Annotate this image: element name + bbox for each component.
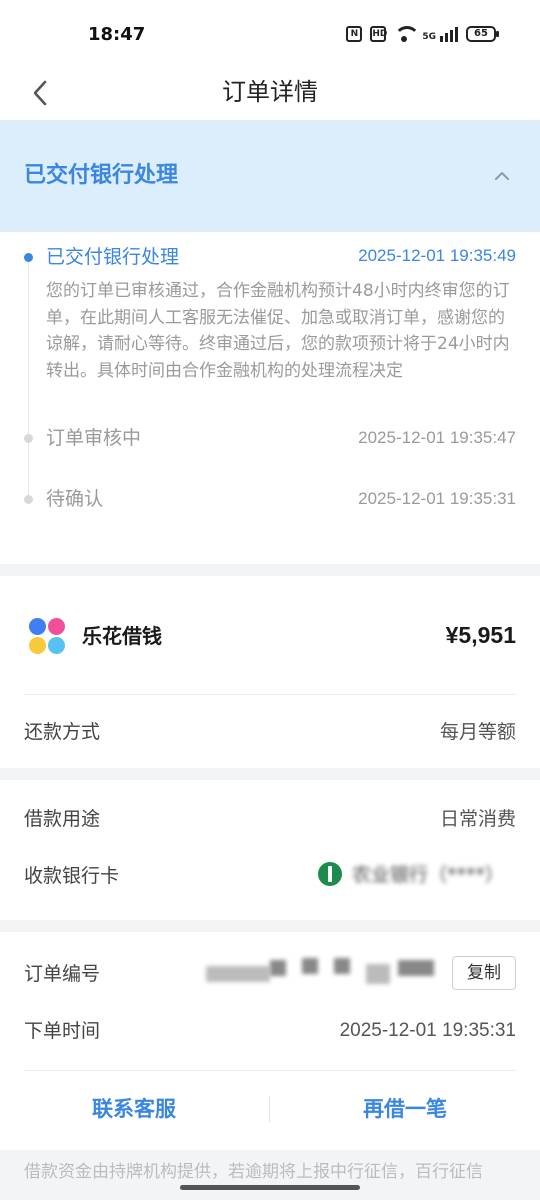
nfc-icon: N bbox=[346, 26, 363, 42]
copy-button[interactable]: 复制 bbox=[452, 956, 516, 990]
chevron-up-icon bbox=[495, 172, 509, 180]
repayment-value: 每月等额 bbox=[439, 721, 516, 743]
timeline-time: 2025-12-01 19:35:49 bbox=[358, 246, 516, 265]
timeline-label: 待确认 bbox=[46, 488, 104, 510]
bank-label: 收款银行卡 bbox=[24, 865, 120, 887]
bank-card-value: 农业银行（****） bbox=[352, 864, 505, 886]
borrow-again-button[interactable]: 再借一笔 bbox=[285, 1086, 525, 1132]
order-time-value: 2025-12-01 19:35:31 bbox=[339, 1020, 516, 1041]
status-bar: 18:47 N HD 5G 65 bbox=[0, 0, 540, 64]
status-time: 18:47 bbox=[88, 24, 146, 45]
bank-logo-icon bbox=[318, 862, 342, 886]
order-time-label: 下单时间 bbox=[24, 1020, 101, 1042]
purpose-label: 借款用途 bbox=[24, 808, 101, 830]
loan-card: 乐花借钱 ¥5,951 还款方式 每月等额 bbox=[0, 576, 540, 768]
home-indicator[interactable] bbox=[180, 1185, 360, 1190]
collapse-button[interactable] bbox=[490, 164, 514, 188]
timeline-dot bbox=[24, 495, 33, 504]
product-name: 乐花借钱 bbox=[82, 624, 162, 648]
loan-details: 借款用途 日常消费 收款银行卡 农业银行（****） bbox=[0, 780, 540, 920]
contact-support-button[interactable]: 联系客服 bbox=[14, 1086, 254, 1132]
status-header-title: 已交付银行处理 bbox=[24, 163, 179, 188]
purpose-value: 日常消费 bbox=[439, 808, 516, 830]
status-icons: N HD 5G 65 bbox=[346, 26, 499, 42]
wifi-icon bbox=[394, 26, 421, 42]
order-card: 订单编号 复制 下单时间 2025-12-01 19:35:31 联系客服 再借… bbox=[0, 932, 540, 1150]
divider bbox=[24, 1070, 516, 1071]
timeline-label: 订单审核中 bbox=[46, 427, 142, 449]
timeline-line bbox=[28, 260, 29, 500]
battery-icon: 65 bbox=[466, 26, 499, 42]
divider bbox=[24, 694, 516, 695]
action-separator bbox=[269, 1096, 270, 1122]
timeline-time: 2025-12-01 19:35:31 bbox=[358, 489, 516, 508]
page-title: 订单详情 bbox=[222, 78, 318, 106]
timeline-dot-active bbox=[24, 253, 33, 262]
order-number-label: 订单编号 bbox=[24, 963, 101, 985]
timeline: 已交付银行处理 2025-12-01 19:35:49 您的订单已审核通过，合作… bbox=[0, 232, 540, 564]
product-logo bbox=[28, 617, 68, 657]
timeline-label: 已交付银行处理 bbox=[46, 246, 180, 268]
repayment-label: 还款方式 bbox=[24, 721, 101, 743]
nav-bar: 订单详情 bbox=[0, 64, 540, 120]
footer-disclaimer: 借款资金由持牌机构提供，若逾期将上报中行征信，百行征信 bbox=[24, 1162, 483, 1182]
timeline-description: 您的订单已审核通过，合作金融机构预计48小时内终审您的订单，在此期间人工客服无法… bbox=[46, 281, 510, 381]
timeline-time: 2025-12-01 19:35:47 bbox=[358, 428, 516, 447]
loan-amount: ¥5,951 bbox=[445, 622, 516, 648]
order-number-redacted bbox=[206, 956, 438, 988]
hd-icon: HD bbox=[370, 26, 387, 42]
status-header: 已交付银行处理 bbox=[0, 120, 540, 232]
signal-icon: 5G bbox=[422, 26, 458, 42]
network-type: 5G bbox=[422, 32, 436, 42]
timeline-dot bbox=[24, 434, 33, 443]
